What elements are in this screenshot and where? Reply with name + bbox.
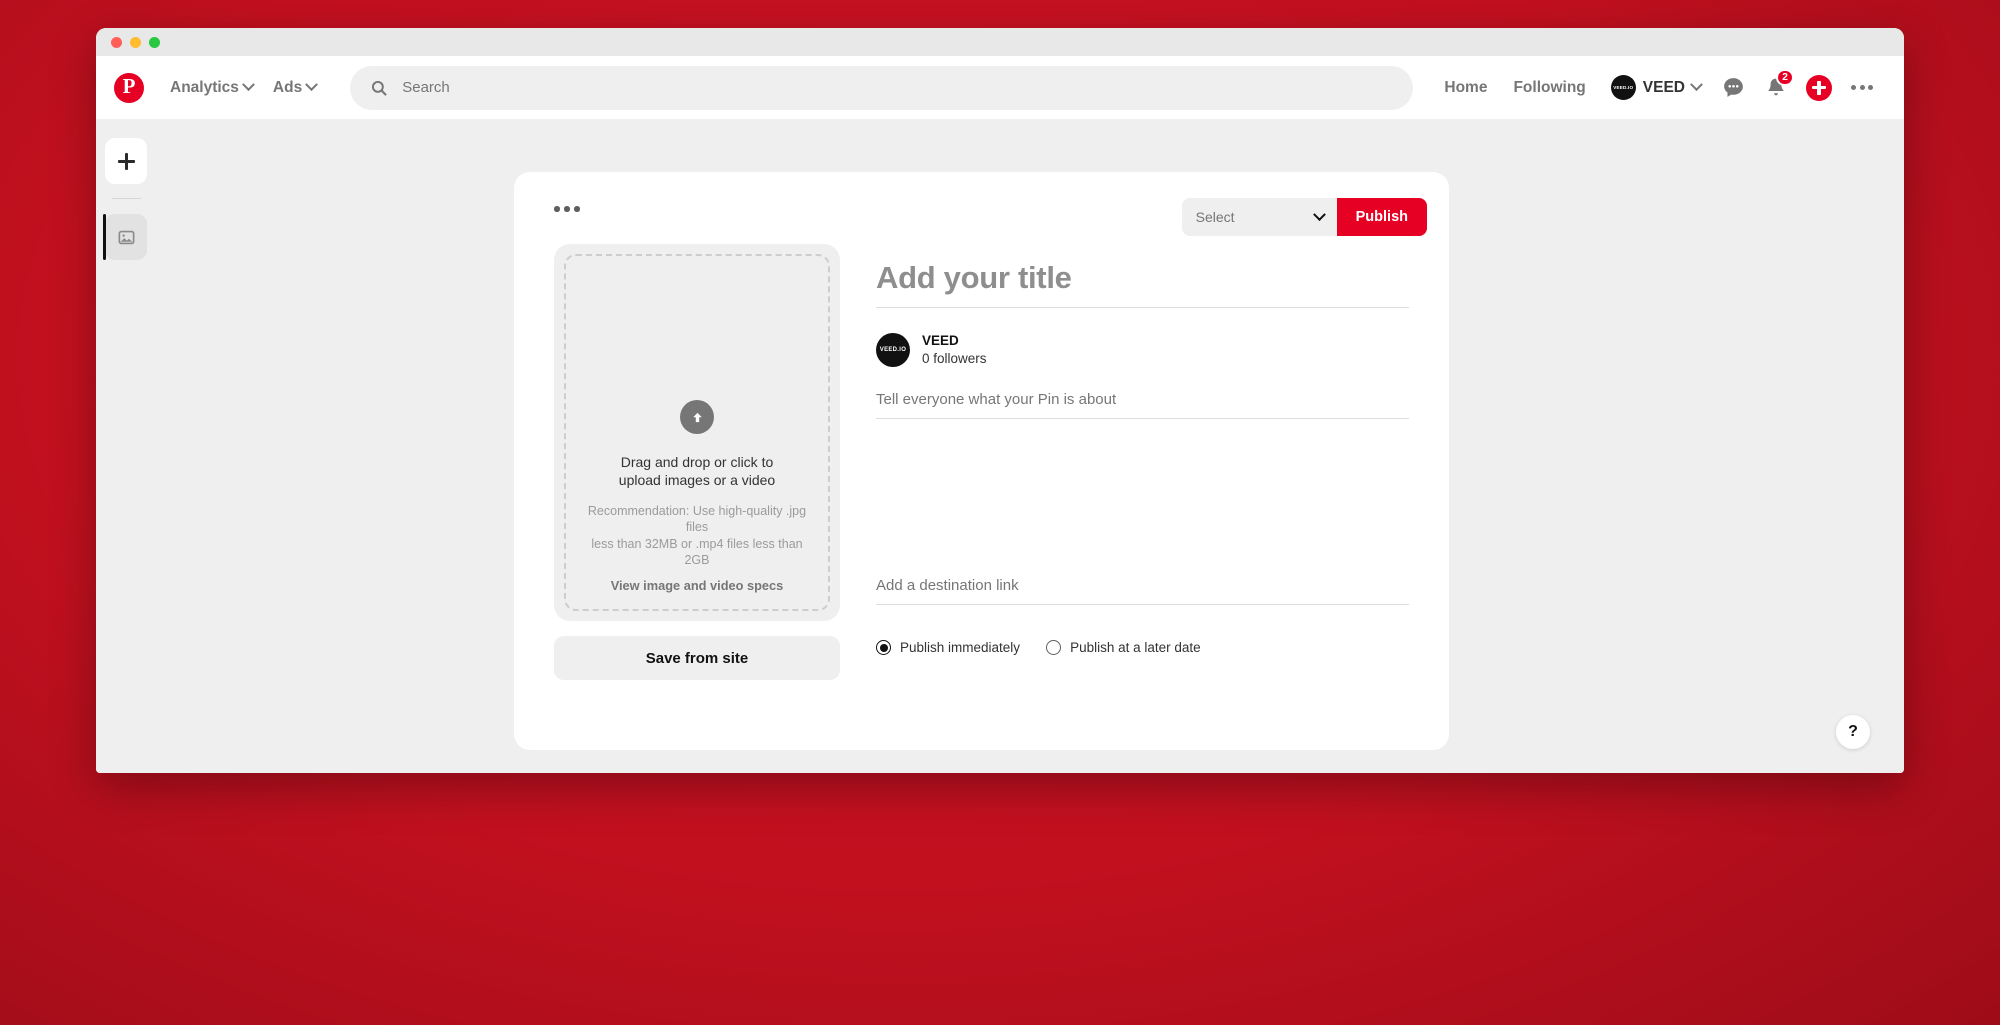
rail-divider xyxy=(111,198,141,199)
recommendation-line2: less than 32MB or .mp4 files less than 2… xyxy=(591,536,803,568)
left-rail xyxy=(96,119,156,773)
schedule-options: Publish immediately Publish at a later d… xyxy=(876,640,1201,655)
chevron-down-icon xyxy=(1312,207,1326,221)
details-column: Add your title VEED.IO VEED 0 followers … xyxy=(876,244,1409,680)
chevron-down-icon xyxy=(1690,78,1703,92)
upload-prompt: Drag and drop or click to upload images … xyxy=(566,400,828,490)
profile-followers: 0 followers xyxy=(922,351,987,367)
rail-create-pin-button[interactable] xyxy=(105,138,147,184)
upload-prompt-text: Drag and drop or click to upload images … xyxy=(619,453,775,490)
nav-ads-label: Ads xyxy=(272,78,303,96)
upload-recommendation: Recommendation: Use high-quality .jpg fi… xyxy=(580,503,814,594)
plus-circle-icon xyxy=(1806,74,1832,101)
upload-arrow-icon xyxy=(680,400,714,434)
help-button[interactable]: ? xyxy=(1836,715,1870,749)
nav-home[interactable]: Home xyxy=(1431,71,1500,105)
save-from-site-button[interactable]: Save from site xyxy=(554,636,840,680)
view-specs-link[interactable]: View image and video specs xyxy=(580,578,814,593)
publish-button[interactable]: Publish xyxy=(1336,198,1427,236)
publish-controls: Select Publish xyxy=(1181,198,1427,236)
account-name: VEED xyxy=(1642,78,1685,96)
board-select[interactable]: Select xyxy=(1181,198,1337,236)
search-icon xyxy=(372,80,387,96)
radio-publish-later[interactable]: Publish at a later date xyxy=(1046,640,1201,655)
window-minimize-button[interactable] xyxy=(130,36,141,48)
rail-media-button[interactable] xyxy=(103,214,147,260)
radio-publish-immediately[interactable]: Publish immediately xyxy=(876,640,1020,655)
search-placeholder: Search xyxy=(402,79,450,96)
account-switcher[interactable]: VEED.IO VEED xyxy=(1603,69,1710,106)
ellipsis-icon xyxy=(1851,85,1873,90)
pin-description-input[interactable]: Tell everyone what your Pin is about xyxy=(876,391,1409,420)
pin-builder-card: Select Publish Drag and drop or click to… xyxy=(514,172,1449,750)
window-titlebar xyxy=(96,28,1904,56)
pin-more-menu-button[interactable] xyxy=(554,198,580,220)
app-body: Select Publish Drag and drop or click to… xyxy=(96,119,1904,773)
avatar: VEED.IO xyxy=(1610,75,1636,100)
header-right-group: Home Following VEED.IO VEED 2 xyxy=(1431,68,1882,108)
radio-selected-icon xyxy=(876,640,891,655)
nav-following[interactable]: Following xyxy=(1500,71,1598,105)
pinterest-header: P Analytics Ads Search Home Following VE… xyxy=(96,56,1904,119)
radio-publish-later-label: Publish at a later date xyxy=(1070,640,1201,655)
messages-button[interactable] xyxy=(1713,68,1753,108)
upload-prompt-line2: upload images or a video xyxy=(618,472,776,489)
create-button[interactable] xyxy=(1799,68,1839,108)
profile-text: VEED 0 followers xyxy=(922,332,987,368)
profile-name: VEED xyxy=(922,333,959,348)
browser-window: P Analytics Ads Search Home Following VE… xyxy=(96,28,1904,773)
upload-dropzone-inner: Drag and drop or click to upload images … xyxy=(564,254,830,611)
search-input[interactable]: Search xyxy=(350,65,1414,110)
chevron-down-icon xyxy=(305,78,319,92)
more-options-button[interactable] xyxy=(1842,68,1882,108)
board-select-value: Select xyxy=(1195,209,1235,225)
speech-bubble-icon xyxy=(1723,78,1743,97)
window-close-button[interactable] xyxy=(111,36,122,48)
pin-title-input[interactable]: Add your title xyxy=(876,260,1409,308)
chevron-down-icon xyxy=(242,78,255,92)
pin-builder-columns: Drag and drop or click to upload images … xyxy=(514,236,1449,680)
pin-builder-toolbar: Select Publish xyxy=(514,172,1449,236)
nav-ads[interactable]: Ads xyxy=(263,71,326,105)
radio-publish-immediately-label: Publish immediately xyxy=(900,640,1021,655)
image-icon xyxy=(118,230,134,244)
upload-prompt-line1: Drag and drop or click to xyxy=(620,454,774,470)
pinterest-logo-icon[interactable]: P xyxy=(114,72,144,103)
recommendation-line1: Recommendation: Use high-quality .jpg fi… xyxy=(587,503,807,535)
nav-analytics[interactable]: Analytics xyxy=(160,71,263,105)
plus-icon xyxy=(117,152,135,170)
radio-unselected-icon xyxy=(1046,640,1062,655)
media-column: Drag and drop or click to upload images … xyxy=(554,244,840,680)
profile-row[interactable]: VEED.IO VEED 0 followers xyxy=(876,332,1409,368)
avatar: VEED.IO xyxy=(876,333,910,368)
notifications-button[interactable]: 2 xyxy=(1756,68,1796,108)
notification-badge: 2 xyxy=(1776,68,1794,86)
upload-dropzone[interactable]: Drag and drop or click to upload images … xyxy=(554,244,840,621)
nav-analytics-label: Analytics xyxy=(170,78,239,96)
pin-destination-link-input[interactable]: Add a destination link xyxy=(876,577,1409,605)
window-maximize-button[interactable] xyxy=(149,36,160,48)
